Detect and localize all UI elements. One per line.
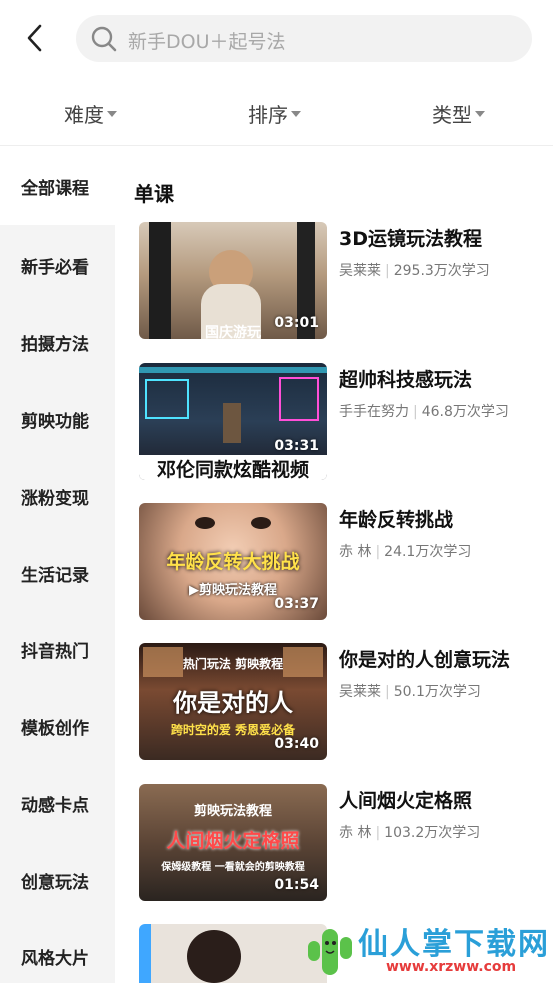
- dropdown-arrow-icon: [291, 111, 301, 117]
- thumbnail-subcaption: 热门玩法 剪映教程: [182, 657, 284, 671]
- dropdown-arrow-icon: [107, 111, 117, 117]
- course-card[interactable]: 剪映玩法教程 人间烟火定格照 保姆级教程 一看就会的剪映教程 01:54 人间烟…: [139, 784, 539, 902]
- video-duration: 03:01: [274, 315, 319, 331]
- category-sidebar: 全部课程 新手必看 拍摄方法 剪映功能 涨粉变现 生活记录 抖音热门 模板创作 …: [0, 148, 115, 983]
- course-thumbnail: 邓伦同款炫酷视频 03:31: [139, 363, 327, 480]
- watermark: 仙人掌下载网 www.xrzww.com: [300, 915, 553, 983]
- course-views: 103.2万次学习: [384, 825, 481, 841]
- sidebar-item-creative[interactable]: 创意玩法: [0, 842, 115, 919]
- filter-bar: 难度 排序 类型: [0, 84, 553, 146]
- thumbnail-caption: 邓伦同款炫酷视频: [139, 455, 327, 480]
- back-arrow-icon[interactable]: [18, 20, 54, 56]
- search-icon: [91, 26, 117, 52]
- sidebar-item-beat[interactable]: 动感卡点: [0, 765, 115, 842]
- sidebar-item-all[interactable]: 全部课程: [0, 148, 115, 225]
- thumbnail-caption: 人间烟火定格照: [166, 830, 300, 852]
- watermark-text: 仙人掌下载网: [358, 927, 550, 962]
- course-views: 24.1万次学习: [384, 544, 472, 560]
- sidebar-item-capcut[interactable]: 剪映功能: [0, 381, 115, 458]
- video-duration: 03:37: [274, 596, 319, 612]
- filter-type[interactable]: 类型: [432, 98, 485, 128]
- filter-label: 难度: [64, 102, 104, 127]
- course-views: 50.1万次学习: [393, 684, 481, 700]
- sidebar-item-beginner[interactable]: 新手必看: [0, 227, 115, 304]
- top-bar: 新手DOU＋起号法: [0, 0, 553, 78]
- course-thumbnail: 剪映玩法教程 人间烟火定格照 保姆级教程 一看就会的剪映教程 01:54: [139, 784, 327, 901]
- course-title: 你是对的人创意玩法: [339, 649, 511, 671]
- cactus-logo-icon: [308, 929, 352, 975]
- course-meta: 吴莱莱 | 50.1万次学习: [339, 684, 481, 700]
- thumbnail-caption: 年龄反转大挑战: [166, 551, 300, 573]
- search-placeholder: 新手DOU＋起号法: [128, 31, 286, 53]
- sidebar-item-shooting[interactable]: 拍摄方法: [0, 304, 115, 381]
- sidebar-item-template[interactable]: 模板创作: [0, 688, 115, 765]
- sidebar-item-monetize[interactable]: 涨粉变现: [0, 458, 115, 535]
- course-meta: 赤 林 | 103.2万次学习: [339, 825, 481, 841]
- thumbnail-subcaption: 剪映玩法教程: [193, 804, 272, 819]
- sidebar-item-life[interactable]: 生活记录: [0, 535, 115, 612]
- course-card[interactable]: 国庆游玩 03:01 3D运镜玩法教程 吴莱莱 | 295.3万次学习: [139, 222, 539, 340]
- search-bar[interactable]: 新手DOU＋起号法: [76, 15, 532, 62]
- section-title: 单课: [134, 182, 174, 206]
- thumbnail-caption: 你是对的人: [173, 689, 293, 717]
- video-duration: 03:40: [274, 736, 319, 752]
- filter-label: 排序: [248, 102, 288, 127]
- course-title: 年龄反转挑战: [339, 509, 454, 531]
- course-title: 超帅科技感玩法: [339, 369, 473, 391]
- thumbnail-subcaption-2: 保姆级教程 一看就会的剪映教程: [161, 862, 305, 873]
- course-meta: 赤 林 | 24.1万次学习: [339, 544, 472, 560]
- course-title: 人间烟火定格照: [339, 790, 473, 812]
- filter-label: 类型: [432, 102, 472, 127]
- video-duration: 03:31: [274, 438, 319, 454]
- filter-difficulty[interactable]: 难度: [64, 98, 117, 128]
- sidebar-item-trending[interactable]: 抖音热门: [0, 611, 115, 688]
- course-views: 295.3万次学习: [393, 263, 490, 279]
- course-author: 赤 林: [339, 825, 372, 841]
- course-title: 3D运镜玩法教程: [339, 228, 482, 250]
- video-duration: 01:54: [274, 877, 319, 893]
- course-meta: 吴莱莱 | 295.3万次学习: [339, 263, 490, 279]
- filter-sort[interactable]: 排序: [248, 98, 301, 128]
- sidebar-item-style[interactable]: 风格大片: [0, 918, 115, 995]
- watermark-url: www.xrzww.com: [386, 959, 517, 975]
- course-card[interactable]: 年龄反转大挑战 ▶剪映玩法教程 03:37 年龄反转挑战 赤 林 | 24.1万次学…: [139, 503, 539, 621]
- course-card[interactable]: 邓伦同款炫酷视频 03:31 超帅科技感玩法 手手在努力 | 46.8万次学习: [139, 363, 539, 481]
- course-thumbnail: [139, 924, 327, 983]
- course-views: 46.8万次学习: [421, 404, 509, 420]
- course-author: 赤 林: [339, 544, 372, 560]
- course-author: 手手在努力: [339, 404, 409, 420]
- course-thumbnail: 年龄反转大挑战 ▶剪映玩法教程 03:37: [139, 503, 327, 620]
- course-thumbnail: 国庆游玩 03:01: [139, 222, 327, 339]
- course-author: 吴莱莱: [339, 684, 381, 700]
- dropdown-arrow-icon: [475, 111, 485, 117]
- course-thumbnail: 热门玩法 剪映教程 你是对的人 跨时空的爱 秀恩爱必备 03:40: [139, 643, 327, 760]
- course-card[interactable]: 热门玩法 剪映教程 你是对的人 跨时空的爱 秀恩爱必备 03:40 你是对的人创…: [139, 643, 539, 761]
- course-meta: 手手在努力 | 46.8万次学习: [339, 404, 509, 420]
- course-author: 吴莱莱: [339, 263, 381, 279]
